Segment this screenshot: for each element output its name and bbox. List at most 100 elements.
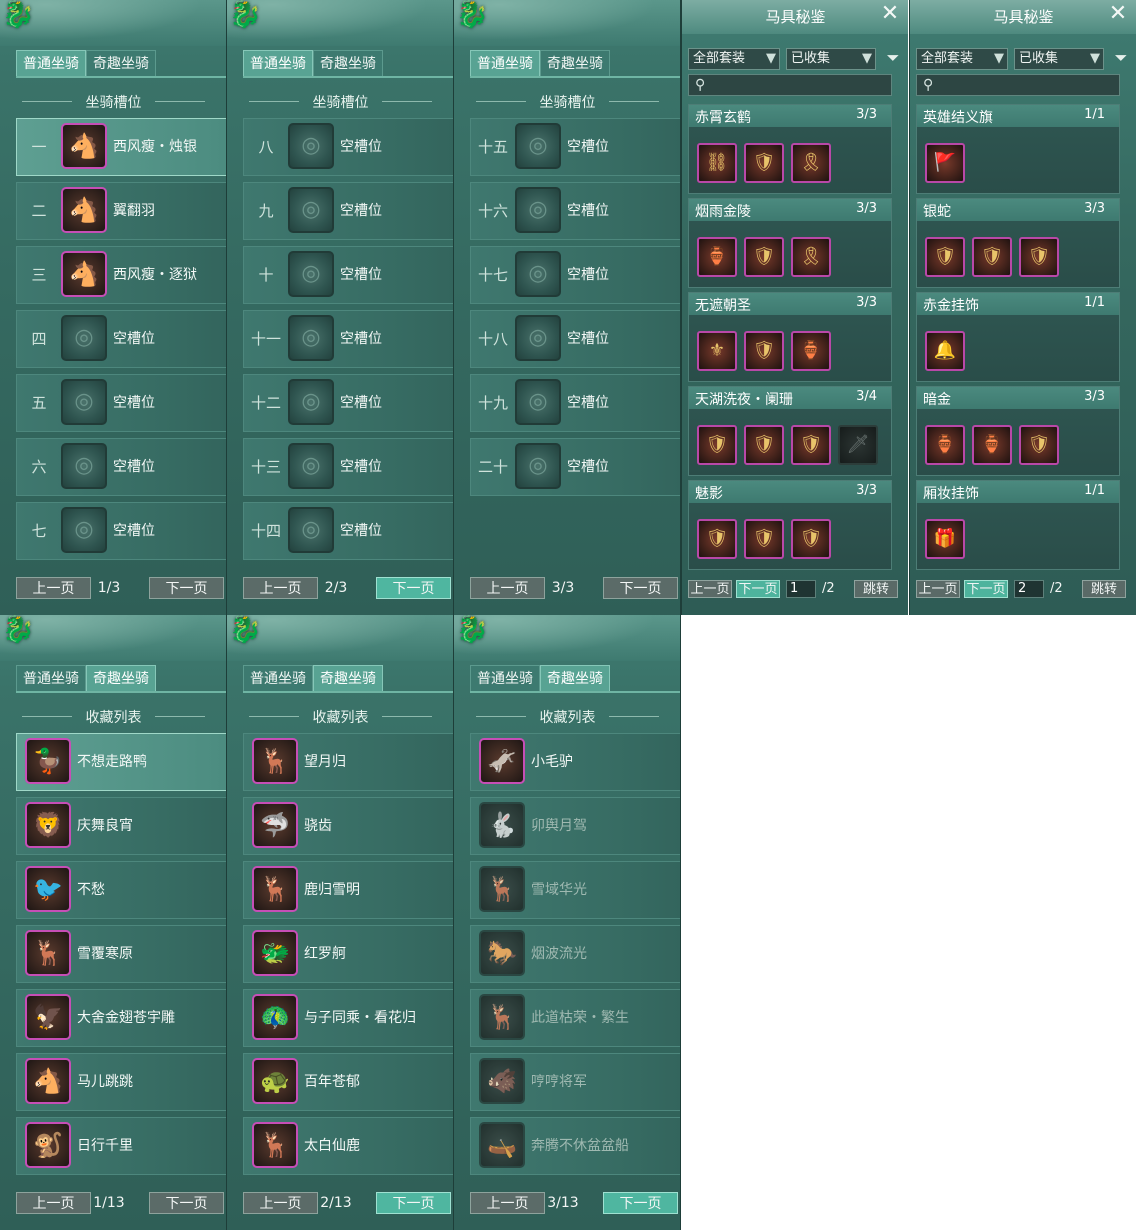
collection-item[interactable]: 🦌 望月归 [243,733,453,791]
close-icon[interactable]: ✕ [1106,2,1130,26]
filter-icon[interactable]: ⏷ [884,48,902,68]
mount-slot[interactable]: 十六 ◎ 空槽位 [470,182,680,240]
prev-page-button[interactable]: 上一页 [916,580,960,598]
collection-item[interactable]: 🦌 此道枯荣・繁生 [470,989,680,1047]
mount-slot[interactable]: 十 ◎ 空槽位 [243,246,453,304]
harness-piece-icon[interactable]: 🛡 [744,519,784,559]
harness-piece-icon[interactable]: 🎁 [925,519,965,559]
mount-slot[interactable]: 一 🐴 西风瘦・烛银 [16,118,226,176]
harness-piece-icon[interactable]: 🛡 [791,519,831,559]
harness-piece-icon[interactable]: 🏺 [791,331,831,371]
collection-item[interactable]: 🐲 红罗舸 [243,925,453,983]
harness-set-row[interactable]: 天湖洗夜・阑珊 3/4 🛡 🛡 🛡 🗡 [688,386,892,476]
prev-page-button[interactable]: 上一页 [243,577,318,599]
page-number-input[interactable]: 1 [786,580,816,598]
harness-set-row[interactable]: 魅影 3/3 🛡 🛡 🛡 [688,480,892,570]
collection-item[interactable]: 🫏 小毛驴 [470,733,680,791]
tab-normal-mount[interactable]: 普通坐骑 [470,665,540,691]
collection-item[interactable]: 🐢 百年苍郁 [243,1053,453,1111]
collection-item[interactable]: 🦌 雪覆寒原 [16,925,226,983]
collection-item[interactable]: 🐒 日行千里 [16,1117,226,1175]
harness-piece-icon[interactable]: 🛡 [697,519,737,559]
harness-piece-icon[interactable]: 🛡 [744,237,784,277]
next-page-button[interactable]: 下一页 [736,580,780,598]
harness-piece-icon[interactable]: 🛡 [972,237,1012,277]
collection-item[interactable]: 🦁 庆舞良宵 [16,797,226,855]
tab-fun-mount[interactable]: 奇趣坐骑 [86,665,156,691]
harness-piece-icon[interactable]: 🎗 [791,237,831,277]
mount-slot[interactable]: 十八 ◎ 空槽位 [470,310,680,368]
harness-set-row[interactable]: 银蛇 3/3 🛡 🛡 🛡 [916,198,1120,288]
next-page-button[interactable]: 下一页 [149,577,224,599]
next-page-button[interactable]: 下一页 [964,580,1008,598]
harness-piece-icon[interactable]: 🏺 [925,425,965,465]
close-icon[interactable]: ✕ [878,2,902,26]
collection-item[interactable]: 🦌 太白仙鹿 [243,1117,453,1175]
mount-slot[interactable]: 十五 ◎ 空槽位 [470,118,680,176]
mount-slot[interactable]: 二十 ◎ 空槽位 [470,438,680,496]
harness-piece-icon[interactable]: 🛡 [744,425,784,465]
prev-page-button[interactable]: 上一页 [243,1192,318,1214]
harness-piece-icon[interactable]: 🏺 [697,237,737,277]
harness-piece-icon[interactable]: 🛡 [791,425,831,465]
tab-fun-mount[interactable]: 奇趣坐骑 [540,50,610,76]
harness-piece-icon[interactable]: 🛡 [1019,237,1059,277]
next-page-button[interactable]: 下一页 [603,1192,678,1214]
collection-item[interactable]: 🐎 烟波流光 [470,925,680,983]
next-page-button[interactable]: 下一页 [603,577,678,599]
harness-set-row[interactable]: 赤金挂饰 1/1 🔔 [916,292,1120,382]
mount-slot[interactable]: 二 🐴 翼翻羽 [16,182,226,240]
set-filter-dropdown[interactable]: 全部套装 ▼ [688,48,780,70]
tab-normal-mount[interactable]: 普通坐骑 [243,665,313,691]
next-page-button[interactable]: 下一页 [149,1192,224,1214]
search-input[interactable]: ⚲ [688,74,892,96]
harness-set-row[interactable]: 赤霄玄鹤 3/3 ⛓ 🛡 🎗 [688,104,892,194]
collection-item[interactable]: 🐦 不愁 [16,861,226,919]
collection-item[interactable]: 🦚 与子同乘・看花归 [243,989,453,1047]
mount-slot[interactable]: 五 ◎ 空槽位 [16,374,226,432]
mount-slot[interactable]: 三 🐴 西风瘦・逐狱 [16,246,226,304]
tab-normal-mount[interactable]: 普通坐骑 [16,50,86,76]
harness-set-row[interactable]: 暗金 3/3 🏺 🏺 🛡 [916,386,1120,476]
tab-normal-mount[interactable]: 普通坐骑 [16,665,86,691]
collection-item[interactable]: 🐴 马儿跳跳 [16,1053,226,1111]
tab-fun-mount[interactable]: 奇趣坐骑 [313,50,383,76]
mount-slot[interactable]: 十三 ◎ 空槽位 [243,438,453,496]
mount-slot[interactable]: 十一 ◎ 空槽位 [243,310,453,368]
page-number-input[interactable]: 2 [1014,580,1044,598]
prev-page-button[interactable]: 上一页 [688,580,732,598]
harness-piece-icon[interactable]: 🔔 [925,331,965,371]
harness-set-row[interactable]: 无遮朝圣 3/3 ⚜ 🛡 🏺 [688,292,892,382]
mount-slot[interactable]: 九 ◎ 空槽位 [243,182,453,240]
collection-item[interactable]: 🦌 鹿归雪明 [243,861,453,919]
mount-slot[interactable]: 六 ◎ 空槽位 [16,438,226,496]
jump-button[interactable]: 跳转 [854,580,898,598]
prev-page-button[interactable]: 上一页 [16,1192,91,1214]
collection-item[interactable]: 🦌 雪域华光 [470,861,680,919]
collection-item[interactable]: 🦆 不想走路鸭 [16,733,226,791]
collection-item[interactable]: 🛶 奔腾不休盆盆船 [470,1117,680,1175]
collection-item[interactable]: 🦅 大舍金翅苍宇雕 [16,989,226,1047]
tab-normal-mount[interactable]: 普通坐骑 [470,50,540,76]
prev-page-button[interactable]: 上一页 [470,577,545,599]
harness-set-row[interactable]: 厢妆挂饰 1/1 🎁 [916,480,1120,570]
search-input[interactable]: ⚲ [916,74,1120,96]
harness-piece-icon[interactable]: 🛡 [1019,425,1059,465]
prev-page-button[interactable]: 上一页 [16,577,91,599]
collection-item[interactable]: 🐗 哼哼将军 [470,1053,680,1111]
collection-item[interactable]: 🦈 骁齿 [243,797,453,855]
harness-piece-icon[interactable]: 🎗 [791,143,831,183]
harness-piece-icon[interactable]: 🛡 [697,425,737,465]
tab-fun-mount[interactable]: 奇趣坐骑 [86,50,156,76]
prev-page-button[interactable]: 上一页 [470,1192,545,1214]
harness-piece-icon[interactable]: 🚩 [925,143,965,183]
jump-button[interactable]: 跳转 [1082,580,1126,598]
mount-slot[interactable]: 十四 ◎ 空槽位 [243,502,453,560]
next-page-button[interactable]: 下一页 [376,577,451,599]
harness-piece-icon[interactable]: ⚜ [697,331,737,371]
mount-slot[interactable]: 七 ◎ 空槽位 [16,502,226,560]
harness-set-row[interactable]: 英雄结义旗 1/1 🚩 [916,104,1120,194]
collection-item[interactable]: 🐇 卯舆月驾 [470,797,680,855]
next-page-button[interactable]: 下一页 [376,1192,451,1214]
state-filter-dropdown[interactable]: 已收集 ▼ [1014,48,1104,70]
